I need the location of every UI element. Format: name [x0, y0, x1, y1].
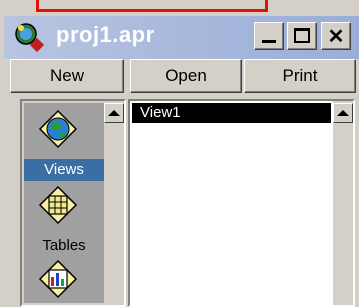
scroll-up-button[interactable]: [333, 103, 353, 123]
highlight-frame: [36, 0, 268, 12]
list-scrollbar[interactable]: [333, 101, 353, 305]
scroll-up-button[interactable]: [104, 103, 124, 123]
maximize-icon: [294, 28, 310, 43]
chevron-up-icon: [108, 110, 120, 116]
minimize-button[interactable]: [254, 22, 284, 50]
new-button[interactable]: New: [10, 59, 124, 93]
document-type-scrollarea: Views Tables: [24, 103, 104, 303]
globe-icon: [38, 109, 78, 149]
open-button[interactable]: Open: [130, 59, 242, 93]
list-item[interactable]: View1: [132, 103, 331, 123]
project-icon: [15, 23, 45, 53]
minimize-icon: [262, 40, 276, 43]
print-button[interactable]: Print: [244, 59, 356, 93]
sidebar-scrollbar[interactable]: [104, 103, 124, 303]
project-window-body: New Open Print Views Tables View1: [4, 59, 359, 307]
window-titlebar[interactable]: proj1.apr ✕: [4, 16, 359, 59]
sidebar-item-views[interactable]: Views: [24, 103, 104, 181]
sidebar-item-label: Views: [24, 159, 104, 181]
chevron-up-icon: [337, 110, 349, 116]
sidebar-item-charts[interactable]: [24, 259, 104, 303]
document-list: View1: [128, 99, 355, 307]
document-type-list: Views Tables: [20, 99, 126, 307]
close-icon: ✕: [327, 25, 345, 48]
sidebar-item-label: Tables: [42, 237, 86, 254]
maximize-button[interactable]: [287, 22, 317, 50]
close-button[interactable]: ✕: [321, 22, 351, 50]
table-icon: [38, 185, 78, 225]
chart-icon: [38, 259, 78, 299]
window-title: proj1.apr: [56, 22, 155, 47]
sidebar-item-tables[interactable]: Tables: [24, 183, 104, 257]
